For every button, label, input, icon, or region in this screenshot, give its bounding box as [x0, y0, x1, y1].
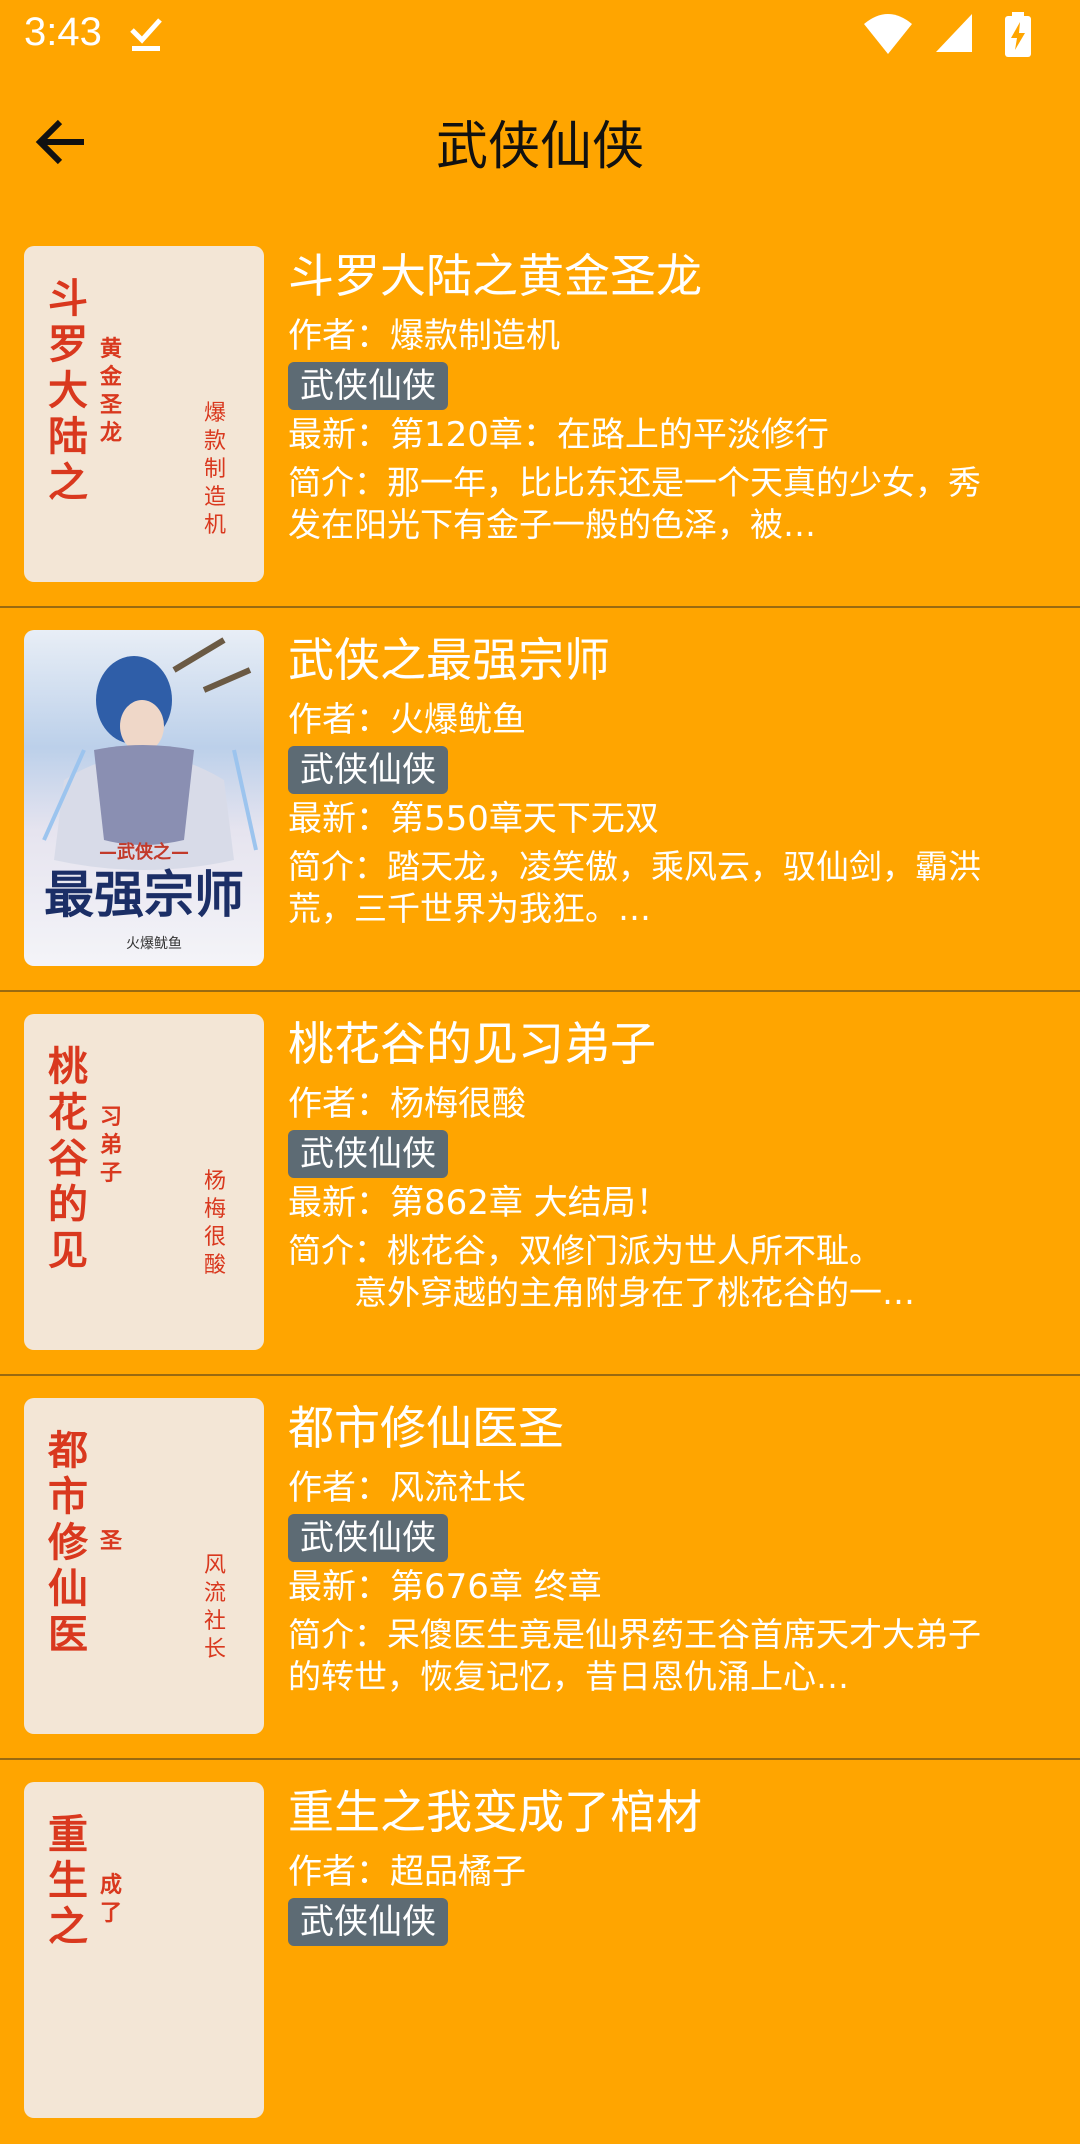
book-list-item[interactable]: 重生之 成了 重生之我变成了棺材 作者：超品橘子 武侠仙侠 [0, 1760, 1080, 2144]
book-intro: 简介：那一年，比比东还是一个天真的少女，秀发在阳光下有金子一般的色泽，被… [288, 463, 981, 544]
book-cover: 重生之 成了 [24, 1782, 264, 2118]
book-cover: 都市修仙医 圣 风流社长 [24, 1398, 264, 1734]
status-bar: 3:43 [0, 0, 1080, 72]
cover-art-top: —武侠之— [99, 841, 189, 863]
latest-chapter: 最新：第676章 终章 [288, 1567, 602, 1607]
book-info: 桃花谷的见习弟子 作者：杨梅很酸 武侠仙侠 最新：第862章 大结局！ 简介：桃… [288, 1014, 1048, 1314]
book-info: 斗罗大陆之黄金圣龙 作者：爆款制造机 武侠仙侠 最新：第120章：在路上的平淡修… [288, 246, 1048, 546]
latest-chapter: 最新：第862章 大结局！ [288, 1183, 670, 1223]
book-author: 作者：超品橘子 [288, 1852, 526, 1892]
cover-art-title: 最强宗师 [44, 865, 244, 924]
book-author: 作者：火爆鱿鱼 [288, 700, 526, 740]
book-author: 作者：风流社长 [288, 1468, 526, 1508]
cover-subtitle: 圣 [99, 1529, 122, 1554]
book-intro: 简介：呆傻医生竟是仙界药王谷首席天才大弟子的转世，恢复记忆，昔日恩仇涌上心… [288, 1615, 981, 1696]
category-tag: 武侠仙侠 [288, 1898, 448, 1946]
book-intro: 简介：桃花谷，双修门派为世人所不耻。 意外穿越的主角附身在了桃花谷的一… [288, 1231, 915, 1312]
book-list: 斗罗大陆之 黄金圣龙 爆款制造机 斗罗大陆之黄金圣龙 作者：爆款制造机 武侠仙侠… [0, 224, 1080, 2144]
book-list-item[interactable]: —武侠之— 最强宗师 火爆鱿鱼 武侠之最强宗师 作者：火爆鱿鱼 武侠仙侠 最新：… [0, 608, 1080, 992]
cover-art-author: 火爆鱿鱼 [126, 935, 182, 952]
cover-title: 重生之 [48, 1812, 88, 1950]
cover-subtitle: 习弟子 [99, 1105, 122, 1186]
book-title: 都市修仙医圣 [288, 1401, 564, 1455]
cover-subtitle: 黄金圣龙 [99, 337, 122, 446]
book-info: 重生之我变成了棺材 作者：超品橘子 武侠仙侠 [288, 1782, 1048, 1946]
book-title: 武侠之最强宗师 [288, 633, 610, 687]
book-title: 桃花谷的见习弟子 [288, 1017, 656, 1071]
category-tag: 武侠仙侠 [288, 1130, 448, 1178]
book-cover: —武侠之— 最强宗师 火爆鱿鱼 [24, 630, 264, 966]
cover-title: 都市修仙医 [48, 1428, 88, 1658]
book-cover: 斗罗大陆之 黄金圣龙 爆款制造机 [24, 246, 264, 582]
book-author: 作者：爆款制造机 [288, 316, 560, 356]
category-tag: 武侠仙侠 [288, 1514, 448, 1562]
app-bar: 武侠仙侠 [0, 72, 1080, 212]
signal-icon [936, 14, 972, 52]
cover-title: 斗罗大陆之 [48, 276, 88, 506]
latest-chapter: 最新：第120章：在路上的平淡修行 [288, 415, 829, 455]
cover-title: 桃花谷的见 [48, 1044, 88, 1274]
book-intro: 简介：踏天龙，凌笑傲，乘风云，驭仙剑，霸洪荒，三千世界为我狂。… [288, 847, 981, 928]
book-list-item[interactable]: 都市修仙医 圣 风流社长 都市修仙医圣 作者：风流社长 武侠仙侠 最新：第676… [0, 1376, 1080, 1760]
cover-author: 爆款制造机 [203, 401, 226, 538]
status-time: 3:43 [24, 10, 102, 54]
cover-art-image: —武侠之— 最强宗师 火爆鱿鱼 [42, 637, 258, 952]
download-done-icon [130, 18, 162, 51]
cover-author: 风流社长 [203, 1553, 226, 1662]
book-list-item[interactable]: 斗罗大陆之 黄金圣龙 爆款制造机 斗罗大陆之黄金圣龙 作者：爆款制造机 武侠仙侠… [0, 224, 1080, 608]
book-cover: 桃花谷的见 习弟子 杨梅很酸 [24, 1014, 264, 1350]
cover-author: 杨梅很酸 [203, 1169, 226, 1278]
book-author: 作者：杨梅很酸 [288, 1084, 526, 1124]
book-list-item[interactable]: 桃花谷的见 习弟子 杨梅很酸 桃花谷的见习弟子 作者：杨梅很酸 武侠仙侠 最新：… [0, 992, 1080, 1376]
wifi-icon [864, 14, 912, 54]
book-info: 都市修仙医圣 作者：风流社长 武侠仙侠 最新：第676章 终章 简介：呆傻医生竟… [288, 1398, 1048, 1698]
category-tag: 武侠仙侠 [288, 362, 448, 410]
category-tag: 武侠仙侠 [288, 746, 448, 794]
book-info: 武侠之最强宗师 作者：火爆鱿鱼 武侠仙侠 最新：第550章天下无双 简介：踏天龙… [288, 630, 1048, 930]
latest-chapter: 最新：第550章天下无双 [288, 799, 659, 839]
book-title: 重生之我变成了棺材 [288, 1785, 702, 1839]
book-title: 斗罗大陆之黄金圣龙 [288, 249, 702, 303]
battery-charging-icon [1005, 12, 1031, 57]
page-title: 武侠仙侠 [435, 117, 644, 177]
